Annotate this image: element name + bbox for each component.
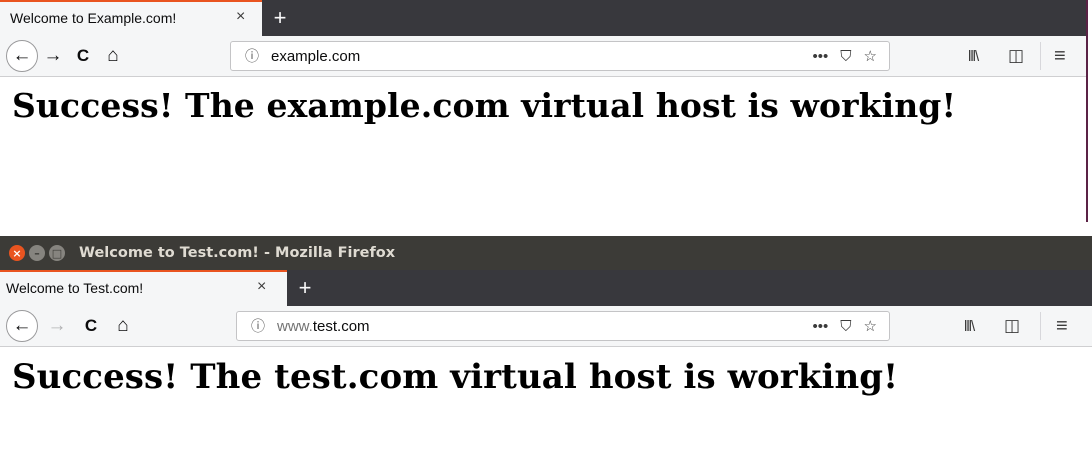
tab-strip: Welcome to Example.com! × + <box>0 0 1086 36</box>
site-info-icon[interactable]: ⓘ <box>243 46 261 66</box>
page-actions-icon[interactable]: ••• <box>813 318 829 335</box>
new-tab-button[interactable]: + <box>262 0 298 36</box>
window-titlebar: × – □ Welcome to Test.com! - Mozilla Fir… <box>0 236 1092 270</box>
tab-test[interactable]: Welcome to Test.com! × <box>0 270 287 306</box>
page-heading: Success! The example.com virtual host is… <box>12 86 957 125</box>
hamburger-menu-icon[interactable]: ≡ <box>1054 36 1066 76</box>
tab-title: Welcome to Example.com! <box>10 10 177 26</box>
hamburger-menu-icon[interactable]: ≡ <box>1056 306 1068 346</box>
browser-window-test: × – □ Welcome to Test.com! - Mozilla Fir… <box>0 236 1092 452</box>
reload-button[interactable]: C <box>68 46 98 66</box>
tab-strip: Welcome to Test.com! × + <box>0 270 1092 306</box>
close-tab-icon[interactable]: × <box>257 278 266 296</box>
window-title: Welcome to Test.com! - Mozilla Firefox <box>79 245 396 261</box>
forward-button[interactable]: → <box>42 315 72 337</box>
close-tab-icon[interactable]: × <box>236 8 245 26</box>
pocket-icon[interactable]: ⛉ <box>840 48 851 65</box>
back-button[interactable]: ← <box>6 310 38 342</box>
url-bar[interactable]: ⓘ www.test.com ••• ⛉ ☆ <box>236 311 890 341</box>
navigation-toolbar: ← → C ⌂ ⓘ example.com ••• ⛉ ☆ lll\ ◫ ≡ <box>0 36 1086 77</box>
window-minimize-icon[interactable]: – <box>29 245 45 261</box>
toolbar-separator <box>1040 42 1041 70</box>
home-button[interactable]: ⌂ <box>108 315 138 337</box>
url-host: example.com <box>271 47 361 65</box>
url-text[interactable]: www.test.com <box>277 318 370 335</box>
url-prefix: www. <box>277 317 313 335</box>
page-content: Success! The example.com virtual host is… <box>0 77 1086 125</box>
toolbar-separator <box>1040 312 1041 340</box>
sidebar-icon[interactable]: ◫ <box>1004 306 1020 346</box>
url-text[interactable]: example.com <box>271 48 360 65</box>
new-tab-button[interactable]: + <box>287 270 323 306</box>
page-content: Success! The test.com virtual host is wo… <box>0 347 1092 397</box>
tab-example[interactable]: Welcome to Example.com! × <box>0 0 262 36</box>
tab-title: Welcome to Test.com! <box>6 280 144 296</box>
bookmark-star-icon[interactable]: ☆ <box>864 47 877 65</box>
bookmark-star-icon[interactable]: ☆ <box>864 317 877 335</box>
library-icon[interactable]: lll\ <box>964 306 975 346</box>
pocket-icon[interactable]: ⛉ <box>840 318 851 335</box>
url-host: test.com <box>312 317 370 335</box>
back-button[interactable]: ← <box>6 40 38 72</box>
browser-window-example: Welcome to Example.com! × + ← → C ⌂ ⓘ ex… <box>0 0 1088 222</box>
window-close-icon[interactable]: × <box>9 245 25 261</box>
page-heading: Success! The test.com virtual host is wo… <box>12 357 899 397</box>
window-maximize-icon[interactable]: □ <box>49 245 65 261</box>
url-bar[interactable]: ⓘ example.com ••• ⛉ ☆ <box>230 41 890 71</box>
home-button[interactable]: ⌂ <box>98 45 128 67</box>
library-icon[interactable]: lll\ <box>968 36 979 76</box>
reload-button[interactable]: C <box>76 316 106 336</box>
navigation-toolbar: ← → C ⌂ ⓘ www.test.com ••• ⛉ ☆ lll\ ◫ ≡ <box>0 306 1092 347</box>
site-info-icon[interactable]: ⓘ <box>249 316 267 336</box>
forward-button[interactable]: → <box>38 45 68 67</box>
page-actions-icon[interactable]: ••• <box>813 48 829 65</box>
sidebar-icon[interactable]: ◫ <box>1008 36 1024 76</box>
